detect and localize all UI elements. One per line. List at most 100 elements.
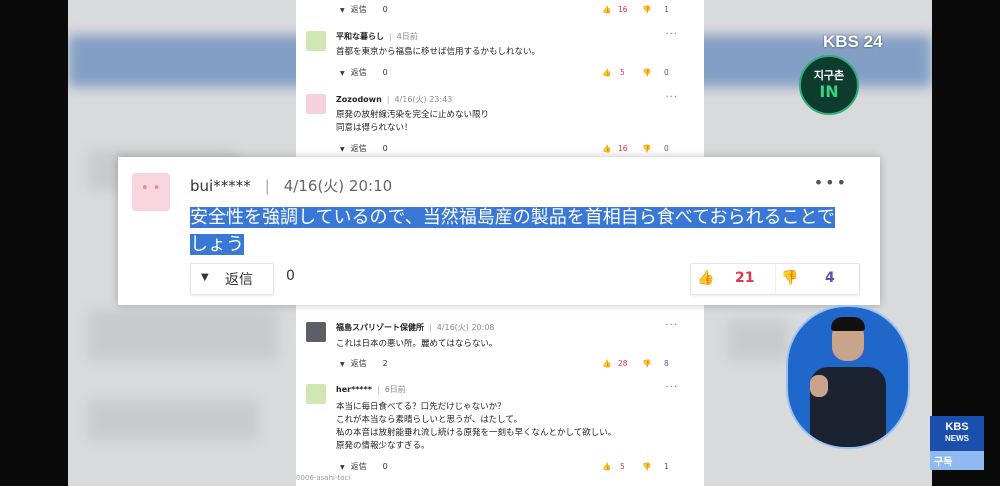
reply-button[interactable]: ▼ 返信 2 [340,358,388,369]
dislike-count: 1 [664,5,669,14]
comment-body: これは日本の悪い所。麗めてはならない。 [336,339,498,349]
more-icon[interactable]: ••• [814,173,848,192]
username[interactable]: 平和な暮らし [336,32,384,41]
triangle-down-icon: ▼ [340,464,345,471]
reply-button[interactable]: ▼ 返信 0 [340,461,388,472]
reply-count: 0 [382,144,388,153]
triangle-down-icon: ▼ [340,7,345,14]
more-icon[interactable]: ··· [665,382,678,393]
like-count: 5 [620,462,625,471]
interpreter-hand [810,375,828,397]
avatar [306,31,326,51]
vote-box: 👍 21 👎 4 [690,263,860,295]
like-count: 28 [618,359,628,368]
dislike-count: 1 [664,462,669,471]
vote-box: 👍 28 👎 8 [602,359,684,371]
vote-box: 👍 5 👎 0 [602,68,684,80]
reply-label: 返信 [225,272,253,288]
thumb-up-icon[interactable]: 👍 [602,68,611,77]
sign-language-interpreter [786,305,910,449]
vote-divider [775,264,776,294]
reply-label: 返信 [350,359,367,368]
comment-date: 4/16(火) 20:08 [436,323,495,332]
reply-label: 返信 [350,144,367,153]
interpreter-hair [831,317,865,331]
comment-meta: 福島スパリゾート保健所 | 4/16(火) 20:08 [336,323,495,332]
username[interactable]: bui***** [190,177,251,195]
vote-box: 👍 5 👎 1 [602,462,684,474]
avatar: • • [132,173,170,211]
like-count: 16 [618,144,628,153]
reply-button[interactable]: ▼ 返信 0 [340,143,388,154]
username[interactable]: Zozodown [336,95,382,104]
comment-date: 4日前 [396,32,418,41]
thumb-up-icon[interactable]: 👍 [602,144,611,153]
triangle-down-icon: ▼ [201,272,209,283]
avatar [306,322,326,342]
selected-text: 安全性を強調しているので、当然福島産の製品を首相自ら食べておられることでしょう [190,207,835,255]
thumb-up-icon[interactable]: 👍 [602,462,611,471]
comment-body: 原発の放射線汚染を完全に止めない限り 同意は得られない！ [336,110,490,133]
vote-box: 👍 16 👎 1 [602,5,684,17]
program-badge: 지구촌 IN [799,55,859,115]
reply-count: 0 [286,268,295,284]
comment-body: 本当に毎日食べてる？口先だけじゃないか？ これが本当なら素晴らしいと思うが、はた… [336,402,617,451]
thumb-up-icon[interactable]: 👍 [602,5,611,14]
highlighted-comment: • • bui***** | 4/16(火) 20:10 ••• 安全性を強調してい… [118,157,880,305]
username[interactable]: her***** [336,385,372,394]
comment-meta: her***** | 6日前 [336,385,406,394]
thumb-down-icon[interactable]: 👎 [642,5,651,14]
left-letterbox [0,0,68,486]
reply-button[interactable]: ▼ 返信 0 [340,4,388,15]
comment-meta: bui***** | 4/16(火) 20:10 [190,177,393,195]
reply-label: 返信 [350,68,367,77]
comment-body: 安全性を強調しているので、当然福島産の製品を首相自ら食べておられることでしょう [190,204,852,258]
more-icon[interactable]: ··· [665,29,678,40]
reply-button[interactable]: ▼ 返信 [190,263,274,295]
right-letterbox [932,0,1000,486]
avatar [306,384,326,404]
reply-label: 返信 [350,462,367,471]
subscribe-button[interactable]: 구독 [930,451,984,470]
like-count: 16 [618,5,628,14]
thumb-down-icon[interactable]: 👎 [642,462,651,471]
dislike-count: 8 [664,359,669,368]
kbs-news-logo-line1: KBS [945,421,969,433]
triangle-down-icon: ▼ [340,70,345,77]
dislike-count: 4 [825,270,835,286]
source-watermark: 0006-asahi-toci [296,474,351,482]
triangle-down-icon: ▼ [340,361,345,368]
more-icon[interactable]: ··· [665,92,678,103]
background-blur [88,400,258,440]
kbs-news-logo[interactable]: KBS NEWS 구독 [930,416,984,470]
reply-button[interactable]: ▼ 返信 0 [340,67,388,78]
thumb-down-icon[interactable]: 👎 [642,359,651,368]
dislike-count: 0 [664,68,669,77]
dislike-count: 0 [664,144,669,153]
reply-count: 0 [382,68,388,77]
reply-count: 0 [382,5,388,14]
background-blur [88,310,278,360]
reply-label: 返信 [350,5,367,14]
comment-date: 6日前 [384,385,406,394]
badge-line1: 지구촌 [813,69,845,82]
thumb-up-icon[interactable]: 👍 [602,359,611,368]
like-count: 5 [620,68,625,77]
kbs24-logo: KBS 24 [823,32,883,51]
subscribe-label: 구독 [934,457,953,468]
username[interactable]: 福島スパリゾート保健所 [336,323,424,332]
comment-meta: Zozodown | 4/16(火) 23:43 [336,95,453,104]
triangle-down-icon: ▼ [340,146,345,153]
kbs-news-logo-line2: NEWS [945,434,969,443]
comment-date: 4/16(火) 23:43 [394,95,453,104]
thumb-down-icon[interactable]: 👎 [781,270,798,286]
vote-box: 👍 16 👎 0 [602,144,684,156]
badge-line2: IN [819,82,839,101]
thumb-up-icon[interactable]: 👍 [697,270,714,286]
more-icon[interactable]: ··· [665,320,678,331]
like-count: 21 [735,270,755,286]
thumb-down-icon[interactable]: 👎 [642,144,651,153]
comment-date: 4/16(火) 20:10 [283,177,393,195]
thumb-down-icon[interactable]: 👎 [642,68,651,77]
avatar [306,94,326,114]
